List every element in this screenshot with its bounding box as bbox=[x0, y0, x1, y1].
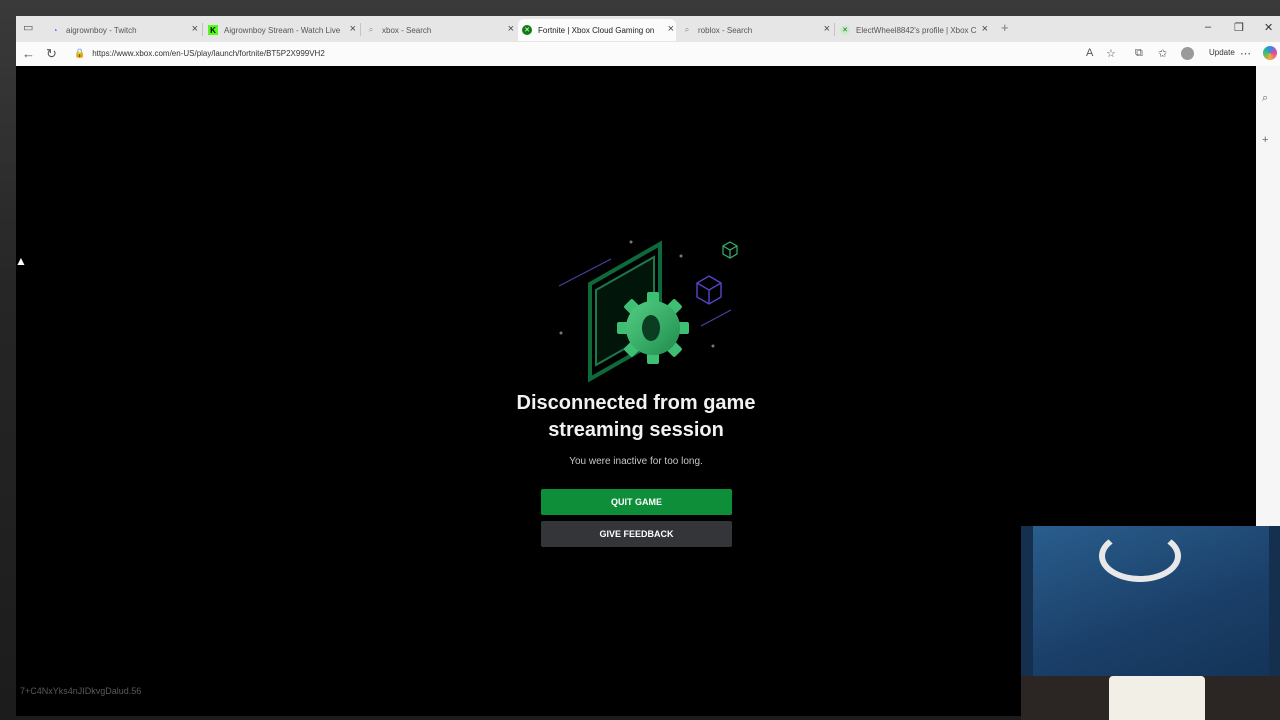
address-bar[interactable]: 🔒 https://www.xbox.com/en-US/play/launch… bbox=[74, 44, 1084, 63]
session-code: 7+C4NxYks4nJIDkvgDalud.56 bbox=[20, 686, 142, 696]
lock-icon[interactable]: 🔒 bbox=[74, 48, 85, 59]
extensions-icon[interactable]: ⧉ bbox=[1135, 47, 1143, 60]
tab-divider bbox=[834, 23, 835, 36]
webcam-lamp bbox=[1109, 676, 1205, 720]
maximize-button[interactable]: ❐ bbox=[1234, 21, 1244, 34]
close-icon[interactable]: × bbox=[350, 23, 356, 35]
url-text: https://www.xbox.com/en-US/play/launch/f… bbox=[92, 49, 325, 58]
tab-xbox-search[interactable]: ⌕ xbox - Search × bbox=[362, 19, 516, 41]
tab-title: xbox - Search bbox=[382, 25, 432, 35]
profile-avatar[interactable] bbox=[1181, 47, 1194, 60]
copilot-icon[interactable] bbox=[1263, 46, 1277, 60]
read-aloud-icon[interactable]: A bbox=[1086, 47, 1093, 59]
refresh-button[interactable]: ↻ bbox=[46, 46, 57, 62]
tab-title: Aigrownboy Stream - Watch Live bbox=[224, 25, 341, 35]
close-icon[interactable]: × bbox=[982, 23, 988, 35]
add-icon[interactable]: + bbox=[1262, 134, 1268, 146]
tab-twitch[interactable]: ◔ aigrownboy - Twitch × bbox=[46, 19, 200, 41]
disconnected-gear-illustration bbox=[558, 240, 738, 383]
search-icon: ⌕ bbox=[368, 25, 374, 34]
update-button[interactable]: Update bbox=[1209, 48, 1235, 57]
close-icon[interactable]: × bbox=[824, 23, 830, 35]
webcam-overlay bbox=[1021, 526, 1280, 720]
search-icon[interactable]: ⌕ bbox=[1262, 92, 1268, 105]
tab-divider bbox=[202, 23, 203, 36]
xbox-icon: ✕ bbox=[522, 25, 532, 35]
close-icon[interactable]: × bbox=[192, 23, 198, 35]
tab-roblox-search[interactable]: ⌕ roblox - Search × bbox=[678, 19, 832, 41]
close-icon[interactable]: × bbox=[668, 23, 674, 35]
dialog-title: Disconnected from game streaming session bbox=[436, 390, 836, 444]
more-menu-icon[interactable]: ⋯ bbox=[1240, 47, 1251, 60]
close-window-button[interactable]: ✕ bbox=[1264, 21, 1273, 34]
give-feedback-button[interactable]: GIVE FEEDBACK bbox=[541, 521, 732, 547]
tab-divider bbox=[360, 23, 361, 36]
webcam-logo-shape bbox=[1099, 530, 1181, 582]
tab-title: Fortnite | Xbox Cloud Gaming on bbox=[538, 25, 655, 35]
dialog-message: You were inactive for too long. bbox=[569, 456, 703, 467]
tab-strip: ▭ ◔ aigrownboy - Twitch × K Aigrownboy S… bbox=[16, 16, 1280, 42]
tab-title: aigrownboy - Twitch bbox=[66, 25, 137, 35]
new-tab-button[interactable]: + bbox=[1001, 20, 1009, 35]
tab-kick[interactable]: K Aigrownboy Stream - Watch Live × bbox=[204, 19, 358, 41]
close-icon[interactable]: × bbox=[508, 23, 514, 35]
dialog-title-line2: streaming session bbox=[548, 419, 724, 441]
kick-icon: K bbox=[208, 25, 218, 35]
minimize-button[interactable]: – bbox=[1205, 21, 1211, 33]
dialog-title-line1: Disconnected from game bbox=[516, 392, 756, 414]
tab-actions-icon[interactable]: ▭ bbox=[23, 21, 33, 34]
tab-xbox-profile[interactable]: ✕ ElectWheel8842's profile | Xbox C × bbox=[836, 19, 990, 41]
twitch-icon: ◔ bbox=[52, 25, 58, 35]
tab-title: roblox - Search bbox=[698, 25, 753, 35]
search-icon: ⌕ bbox=[684, 25, 690, 34]
favorites-icon[interactable]: ✩ bbox=[1158, 47, 1167, 60]
quit-game-button[interactable]: QUIT GAME bbox=[541, 489, 732, 515]
tab-title: ElectWheel8842's profile | Xbox C bbox=[856, 25, 977, 35]
address-toolbar: ← ↻ 🔒 https://www.xbox.com/en-US/play/la… bbox=[16, 42, 1280, 66]
favorite-star-icon[interactable]: ☆ bbox=[1106, 47, 1116, 60]
mouse-cursor: ▲ bbox=[15, 254, 27, 268]
back-button[interactable]: ← bbox=[22, 46, 35, 61]
tab-fortnite-active[interactable]: ✕ Fortnite | Xbox Cloud Gaming on × bbox=[518, 19, 676, 41]
xbox-icon: ✕ bbox=[840, 25, 850, 35]
